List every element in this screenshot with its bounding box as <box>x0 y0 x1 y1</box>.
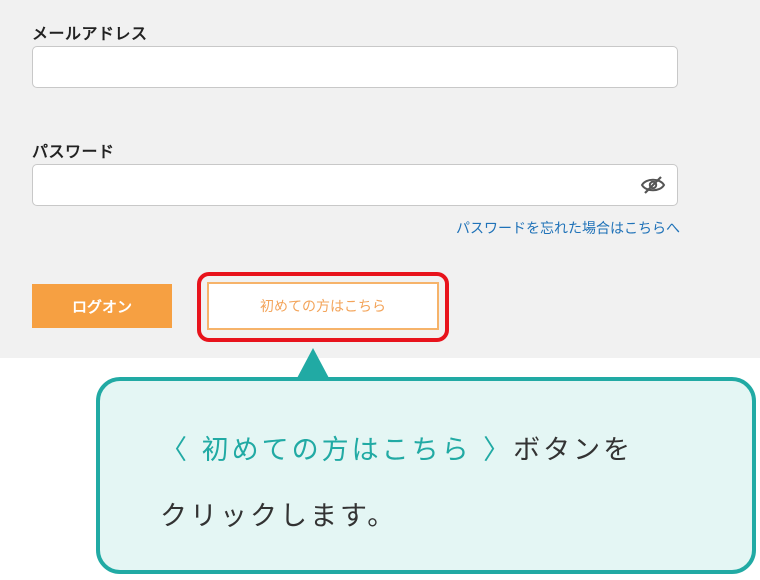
password-label: パスワード <box>32 142 115 161</box>
callout-line-2: クリックします。 <box>160 501 398 532</box>
callout-button-reference: 〈 初めての方はこちら 〉 <box>160 435 514 466</box>
eye-slash-icon <box>640 176 666 194</box>
email-field[interactable] <box>32 46 678 88</box>
login-button[interactable]: ログオン <box>32 284 172 328</box>
email-label: メールアドレス <box>32 24 148 43</box>
callout-text-rest: ボタンを <box>513 435 634 466</box>
instruction-callout <box>96 377 756 574</box>
password-field[interactable] <box>32 164 678 206</box>
highlight-ring <box>197 272 449 342</box>
forgot-password-link[interactable]: パスワードを忘れた場合はこちらへ <box>456 218 680 238</box>
callout-pointer-inner <box>302 359 324 381</box>
screenshot-stage: メールアドレス パスワード パスワードを忘れた場合はこちらへ ログオン 初めての… <box>0 0 760 580</box>
callout-line-1: 〈 初めての方はこちら 〉ボタンを <box>160 428 633 467</box>
password-visibility-toggle[interactable] <box>638 172 668 198</box>
login-panel: メールアドレス パスワード パスワードを忘れた場合はこちらへ ログオン 初めての… <box>0 0 760 358</box>
